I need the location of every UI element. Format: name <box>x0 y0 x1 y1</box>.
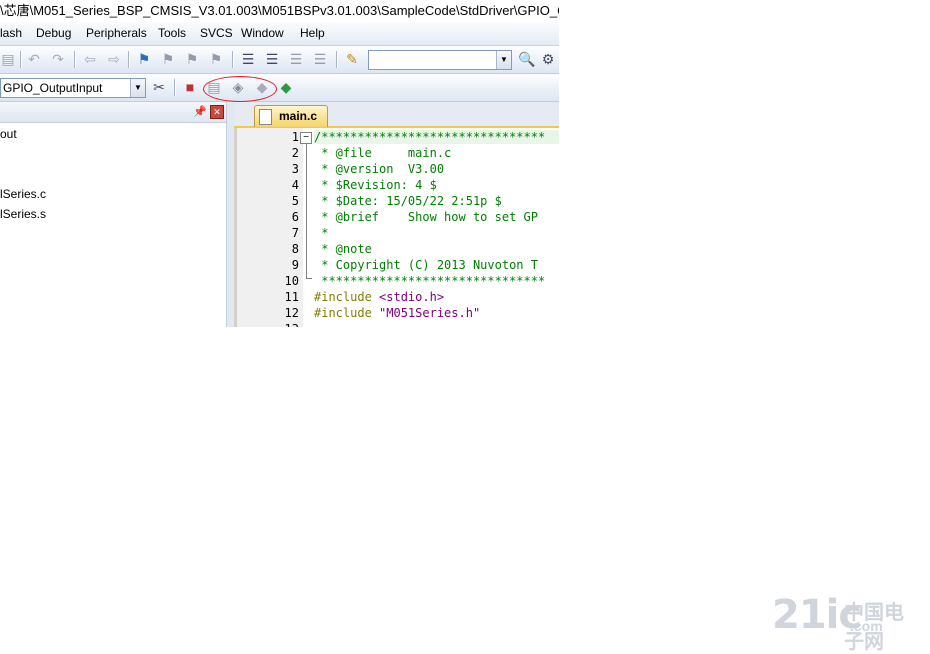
tree-item[interactable]: lSeries.s <box>0 207 46 221</box>
code-line: * @version V3.00 <box>314 162 445 176</box>
tree-item[interactable]: out <box>0 127 17 141</box>
indent-icon[interactable]: ☰ <box>240 51 256 67</box>
code-line: ******************************* <box>314 274 546 288</box>
manage-components-icon[interactable]: ■ <box>182 79 198 95</box>
menu-window[interactable]: Window <box>241 26 284 40</box>
menu-debug[interactable]: Debug <box>36 26 71 40</box>
line-number: 10 <box>284 274 299 288</box>
code-line: * $Date: 15/05/22 2:51p $ <box>314 194 502 208</box>
code-line-include: #include <stdio.h> <box>314 290 444 304</box>
file-icon <box>259 109 272 125</box>
fold-line <box>306 144 307 278</box>
code-line: * <box>314 226 329 240</box>
watermark-domain: .com <box>850 618 883 634</box>
build-target-icon[interactable]: ◆ <box>278 79 294 95</box>
line-number: 13 <box>237 322 299 327</box>
line-number: 1 <box>291 130 299 144</box>
include-path: "M051Series.h" <box>379 306 481 320</box>
nav-forward-icon[interactable]: ⇨ <box>106 51 122 67</box>
menu-tools[interactable]: Tools <box>158 26 186 40</box>
prev-bookmark-icon[interactable]: ⚑ <box>160 51 176 67</box>
window-title: \芯唐\M051_Series_BSP_CMSIS_V3.01.003\M051… <box>0 3 559 18</box>
line-number: 8 <box>291 242 299 256</box>
close-icon[interactable]: ✕ <box>210 105 224 119</box>
menu-help[interactable]: Help <box>300 26 325 40</box>
tree-item[interactable]: lSeries.c <box>0 187 46 201</box>
code-line: /******************************* <box>314 130 559 144</box>
uvision-window: \芯唐\M051_Series_BSP_CMSIS_V3.01.003\M051… <box>0 0 559 327</box>
menu-flash[interactable]: lash <box>0 26 22 40</box>
menu-svcs[interactable]: SVCS <box>200 26 233 40</box>
unindent-icon[interactable]: ☰ <box>264 51 280 67</box>
line-number: 12 <box>284 306 299 320</box>
editor-pane: main.c 1 2 3 4 5 6 7 8 9 10 11 12 13 − /… <box>234 102 559 327</box>
tab-main-c[interactable]: main.c <box>254 105 328 127</box>
watermark-logo: 21ic 中国电子网 .com <box>772 592 922 653</box>
target-select[interactable]: GPIO_OutputInput ▼ <box>0 78 146 98</box>
toolbar-build: GPIO_OutputInput ▼ ✂ ■ ▤ ◈ ◆ ◆ <box>0 74 559 102</box>
project-pane-header: 📌 ✕ <box>0 102 226 123</box>
chevron-down-icon[interactable]: ▼ <box>130 79 145 97</box>
code-line: * @file main.c <box>314 146 452 160</box>
clear-bookmarks-icon[interactable]: ⚑ <box>208 51 224 67</box>
chevron-down-icon[interactable]: ▼ <box>496 51 511 69</box>
code-line: * @note <box>314 242 372 256</box>
line-number: 2 <box>291 146 299 160</box>
next-bookmark-icon[interactable]: ⚑ <box>184 51 200 67</box>
undo-icon[interactable]: ↶ <box>26 51 42 67</box>
line-number: 7 <box>291 226 299 240</box>
menu-bar: lash Debug Peripherals Tools SVCS Window… <box>0 22 559 46</box>
tab-label: main.c <box>279 109 318 123</box>
fold-end <box>306 278 312 279</box>
toolbar-icon[interactable]: ▤ <box>0 51 16 67</box>
line-number-gutter: 1 2 3 4 5 6 7 8 9 10 11 12 13 <box>234 128 303 327</box>
line-number: 4 <box>291 178 299 192</box>
line-number: 6 <box>291 210 299 224</box>
code-line-include: #include "M051Series.h" <box>314 306 480 320</box>
find-in-files-icon[interactable]: ✎ <box>344 51 360 67</box>
line-number: 3 <box>291 162 299 176</box>
nav-back-icon[interactable]: ⇦ <box>82 51 98 67</box>
target-options-icon[interactable]: ✂ <box>151 79 167 95</box>
menu-peripherals[interactable]: Peripherals <box>86 26 147 40</box>
find-icon[interactable]: 🔍 <box>518 51 535 67</box>
editor-tabstrip: main.c <box>234 102 559 128</box>
highlight-circle <box>203 76 277 102</box>
code-line: * @brief Show how to set GP <box>314 210 538 224</box>
redo-icon[interactable]: ↷ <box>50 51 66 67</box>
code-line: * $Revision: 4 $ <box>314 178 437 192</box>
line-number: 5 <box>291 194 299 208</box>
uncomment-icon[interactable]: ☰ <box>312 51 328 67</box>
code-area[interactable]: /******************************* * @file… <box>314 128 559 327</box>
bookmark-icon[interactable]: ⚑ <box>136 51 152 67</box>
line-number: 9 <box>291 258 299 272</box>
pin-icon[interactable]: 📌 <box>193 105 207 118</box>
include-path: <stdio.h> <box>379 290 445 304</box>
preprocessor-directive: #include <box>314 290 372 304</box>
comment-icon[interactable]: ☰ <box>288 51 304 67</box>
config-icon[interactable]: ⚙ <box>540 51 556 67</box>
target-select-value: GPIO_OutputInput <box>3 81 103 95</box>
fold-toggle-icon[interactable]: − <box>300 132 312 144</box>
code-line: * Copyright (C) 2013 Nuvoton T <box>314 258 538 272</box>
project-pane: 📌 ✕ out lSeries.c lSeries.s <box>0 102 226 327</box>
title-bar: \芯唐\M051_Series_BSP_CMSIS_V3.01.003\M051… <box>0 0 559 22</box>
line-number: 11 <box>284 290 299 304</box>
toolbar-file: ▤ ↶ ↷ ⇦ ⇨ ⚑ ⚑ ⚑ ⚑ ☰ ☰ ☰ ☰ ✎ ▼ 🔍 ⚙ <box>0 46 559 74</box>
preprocessor-directive: #include <box>314 306 372 320</box>
find-combo[interactable]: ▼ <box>368 50 512 70</box>
